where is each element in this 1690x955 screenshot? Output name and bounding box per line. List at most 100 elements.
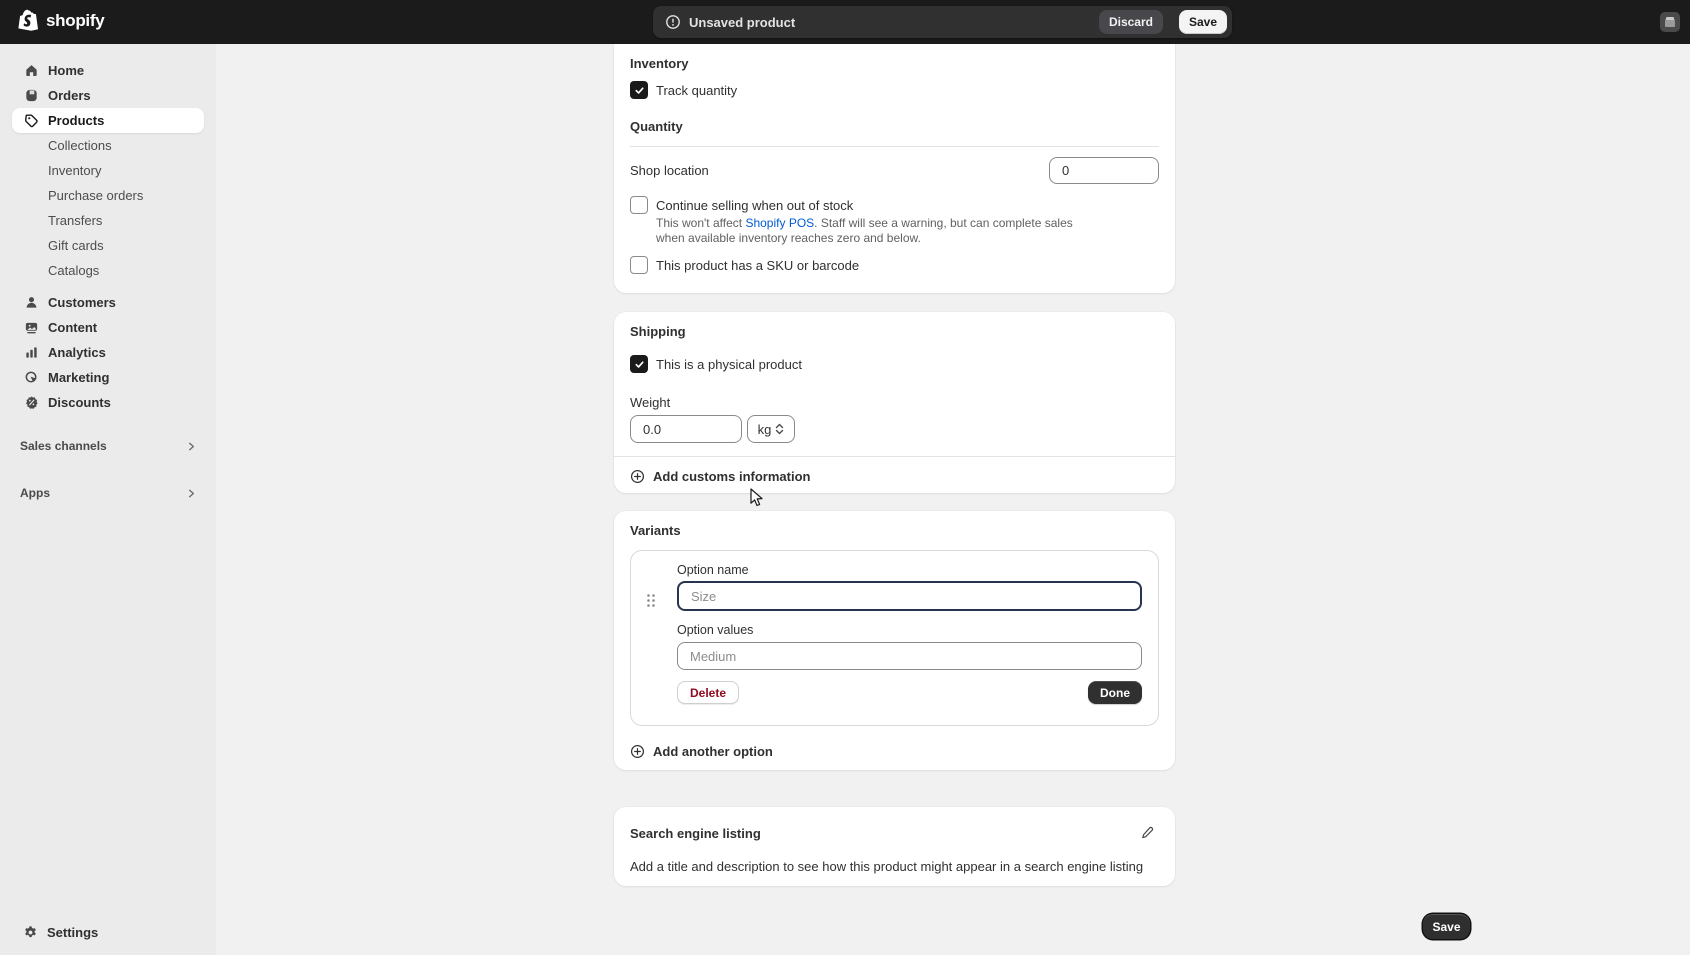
sidebar-item-label: Collections [48,138,112,153]
plus-circle-icon [630,469,645,484]
track-quantity-row: Track quantity [630,81,1159,99]
sku-label: This product has a SKU or barcode [656,258,859,273]
physical-product-checkbox[interactable] [630,355,648,373]
shipping-title: Shipping [630,324,1159,339]
select-arrows-icon [775,423,784,435]
sidebar-item-label: Inventory [48,163,101,178]
shipping-card: Shipping This is a physical product Weig… [614,312,1175,493]
alert-icon [665,14,681,30]
weight-input[interactable] [630,415,742,443]
shopify-admin-app: shopify Unsaved product Discard Save Hom… [0,0,1690,955]
save-button-topbar[interactable]: Save [1179,10,1227,34]
variants-card: Variants Option name Option values Delet… [614,511,1175,770]
sidebar-item-label: Content [48,320,97,335]
sidebar-item-transfers[interactable]: Transfers [12,208,204,233]
home-icon [23,63,39,79]
sidebar-item-customers[interactable]: Customers [12,290,204,315]
continue-selling-label: Continue selling when out of stock [656,198,853,213]
customers-icon [23,295,39,311]
sku-row: This product has a SKU or barcode [630,256,1159,274]
sidebar-item-home[interactable]: Home [12,58,204,83]
track-quantity-label: Track quantity [656,83,737,98]
add-another-option-label: Add another option [653,744,773,759]
sidebar-item-analytics[interactable]: Analytics [12,340,204,365]
apps-label: Apps [20,486,50,500]
quantity-divider [630,146,1159,147]
sidebar-item-inventory[interactable]: Inventory [12,158,204,183]
variants-title: Variants [630,523,1159,538]
seo-title: Search engine listing [630,826,761,841]
inventory-title: Inventory [630,56,1159,71]
sidebar-nav: Home Orders Products Collections Invento… [0,44,216,506]
unsaved-status-text: Unsaved product [689,15,795,30]
sidebar-section-apps[interactable]: Apps [10,480,206,506]
add-another-option-row[interactable]: Add another option [630,738,1159,764]
delete-option-button[interactable]: Delete [677,681,739,704]
continue-selling-helper: This won't affect Shopify POS. Staff wil… [656,216,1104,246]
pencil-icon [1140,826,1154,840]
seo-description: Add a title and description to see how t… [630,859,1159,874]
marketing-icon [23,370,39,386]
save-button-footer[interactable]: Save [1423,914,1470,939]
sidebar-item-label: Discounts [48,395,111,410]
option-name-input[interactable] [677,581,1142,611]
sidebar-item-settings[interactable]: Settings [12,919,204,945]
shop-location-label: Shop location [630,163,709,178]
sidebar-item-label: Purchase orders [48,188,143,203]
continue-selling-checkbox[interactable] [630,196,648,214]
chevron-right-icon [186,488,197,499]
drag-handle-icon[interactable] [646,593,656,608]
sidebar-item-marketing[interactable]: Marketing [12,365,204,390]
physical-product-row: This is a physical product [630,355,1159,373]
sidebar-item-products[interactable]: Products [12,108,204,133]
sidebar-item-purchase-orders[interactable]: Purchase orders [12,183,204,208]
option-values-input[interactable] [677,642,1142,670]
option-values-label: Option values [677,623,1142,637]
inventory-card: Inventory Track quantity Quantity Shop l… [614,44,1175,293]
shopify-pos-link[interactable]: Shopify POS [745,216,814,230]
sidebar-section-sales-channels[interactable]: Sales channels [10,433,206,459]
plus-circle-icon [630,744,645,759]
shopify-bag-icon [16,8,40,34]
sidebar-item-catalogs[interactable]: Catalogs [12,258,204,283]
option-name-label: Option name [677,563,1142,577]
done-button[interactable]: Done [1088,681,1142,704]
sales-channels-label: Sales channels [20,439,107,453]
sidebar-item-label: Home [48,63,84,78]
orders-icon [23,88,39,104]
sidebar-item-label: Catalogs [48,263,99,278]
sidebar-item-collections[interactable]: Collections [12,133,204,158]
sidebar-item-label: Gift cards [48,238,104,253]
store-avatar[interactable] [1660,12,1680,32]
edit-seo-button[interactable] [1135,821,1159,845]
quantity-input[interactable] [1049,157,1159,184]
settings-label: Settings [47,925,98,940]
track-quantity-checkbox[interactable] [630,81,648,99]
discard-button[interactable]: Discard [1099,10,1163,34]
sidebar-item-label: Products [48,113,104,128]
sku-checkbox[interactable] [630,256,648,274]
helper-text-prefix: This won't affect [656,216,745,230]
unsaved-changes-bar: Unsaved product Discard Save [653,6,1232,38]
sidebar-item-gift-cards[interactable]: Gift cards [12,233,204,258]
add-customs-row[interactable]: Add customs information [630,457,1159,495]
products-icon [23,113,39,129]
weight-unit-value: kg [758,422,772,437]
discounts-icon [23,395,39,411]
shopify-logo[interactable]: shopify [16,8,104,34]
seo-card: Search engine listing Add a title and de… [614,807,1175,886]
shop-location-row: Shop location [630,157,1159,184]
sidebar-item-discounts[interactable]: Discounts [12,390,204,415]
sidebar-item-orders[interactable]: Orders [12,83,204,108]
chevron-right-icon [186,441,197,452]
sidebar-item-label: Orders [48,88,91,103]
sidebar-item-label: Analytics [48,345,106,360]
shopify-wordmark: shopify [46,11,104,31]
weight-row: kg [630,415,1159,443]
weight-unit-select[interactable]: kg [747,415,795,443]
continue-selling-row: Continue selling when out of stock [630,196,1159,214]
gear-icon [23,925,38,940]
topbar: shopify Unsaved product Discard Save [0,0,1690,44]
sidebar: Home Orders Products Collections Invento… [0,44,216,955]
sidebar-item-content[interactable]: Content [12,315,204,340]
